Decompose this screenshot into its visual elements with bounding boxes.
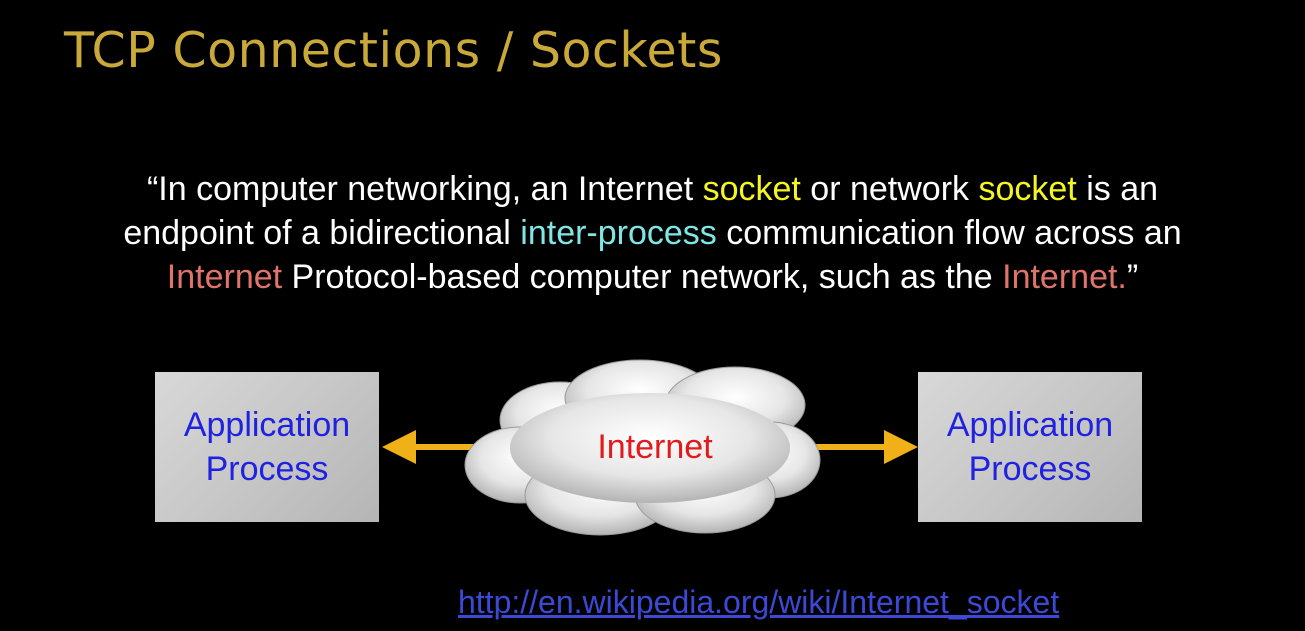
box-left-line-2: Process [205,450,329,488]
box-right-line-2: Process [968,450,1092,488]
box-right-line-1: Application [946,406,1114,444]
cloud-label: Internet [597,428,713,466]
slide: TCP Connections / Sockets “In computer n… [0,0,1305,631]
application-process-box-right: Application Process [918,372,1142,522]
application-process-box-left: Application Process [155,372,379,522]
arrow-right-icon [806,430,918,464]
diagram-graphics [382,359,918,536]
wikipedia-source-link[interactable]: http://en.wikipedia.org/wiki/Internet_so… [458,584,1059,621]
box-left-line-1: Application [183,406,351,444]
